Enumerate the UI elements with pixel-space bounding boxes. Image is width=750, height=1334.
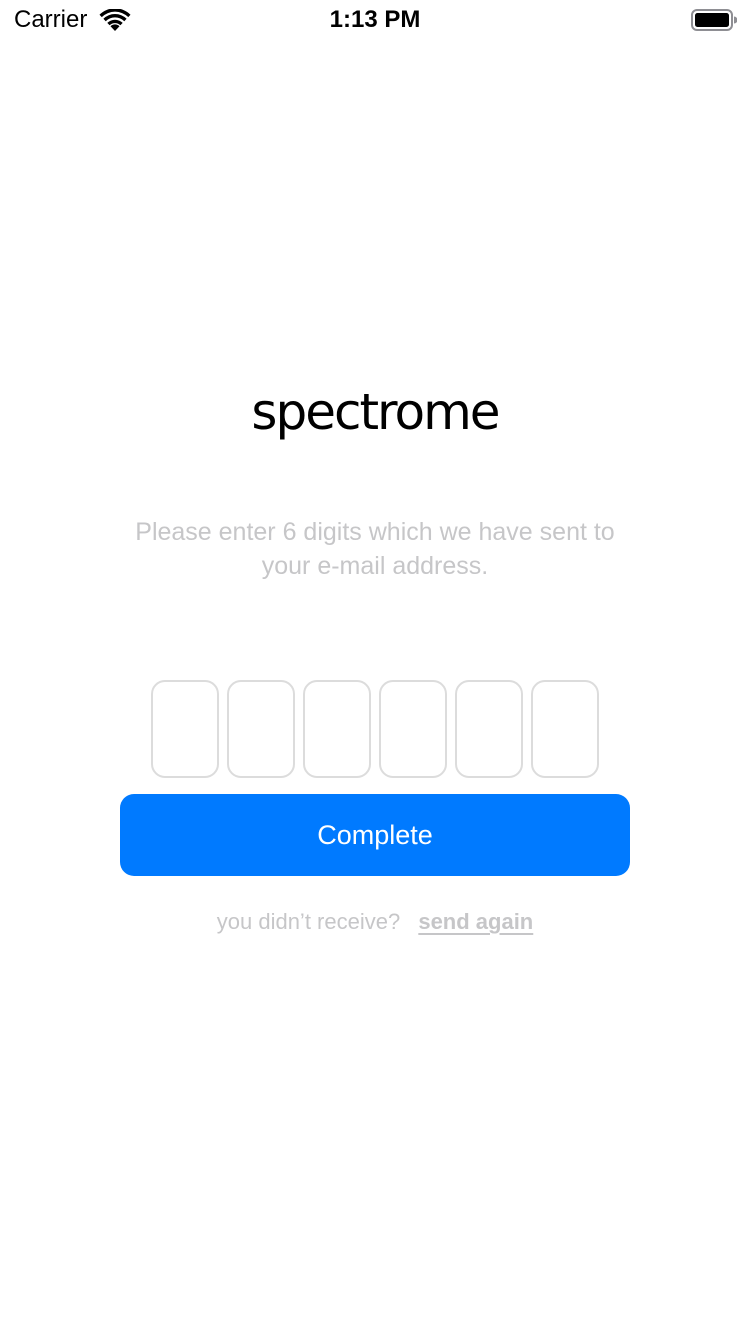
code-digit-6[interactable] [531, 680, 599, 778]
status-time: 1:13 PM [329, 6, 421, 33]
battery-full-icon [691, 9, 737, 31]
code-digit-2[interactable] [227, 680, 295, 778]
resend-question: you didn’t receive? [216, 909, 401, 934]
code-digit-3[interactable] [303, 680, 371, 778]
app-logo: spectrome [251, 383, 500, 441]
verification-code-input [151, 680, 599, 778]
complete-button[interactable]: Complete [120, 794, 630, 876]
send-again-link[interactable]: send again [418, 909, 533, 934]
instruction-text: Please enter 6 digits which we have sent… [135, 518, 615, 580]
resend-row: you didn’t receive? send again [0, 906, 750, 938]
code-digit-1[interactable] [151, 680, 219, 778]
code-digit-5[interactable] [455, 680, 523, 778]
status-bar: Carrier 1:13 PM [0, 0, 750, 40]
code-digit-4[interactable] [379, 680, 447, 778]
